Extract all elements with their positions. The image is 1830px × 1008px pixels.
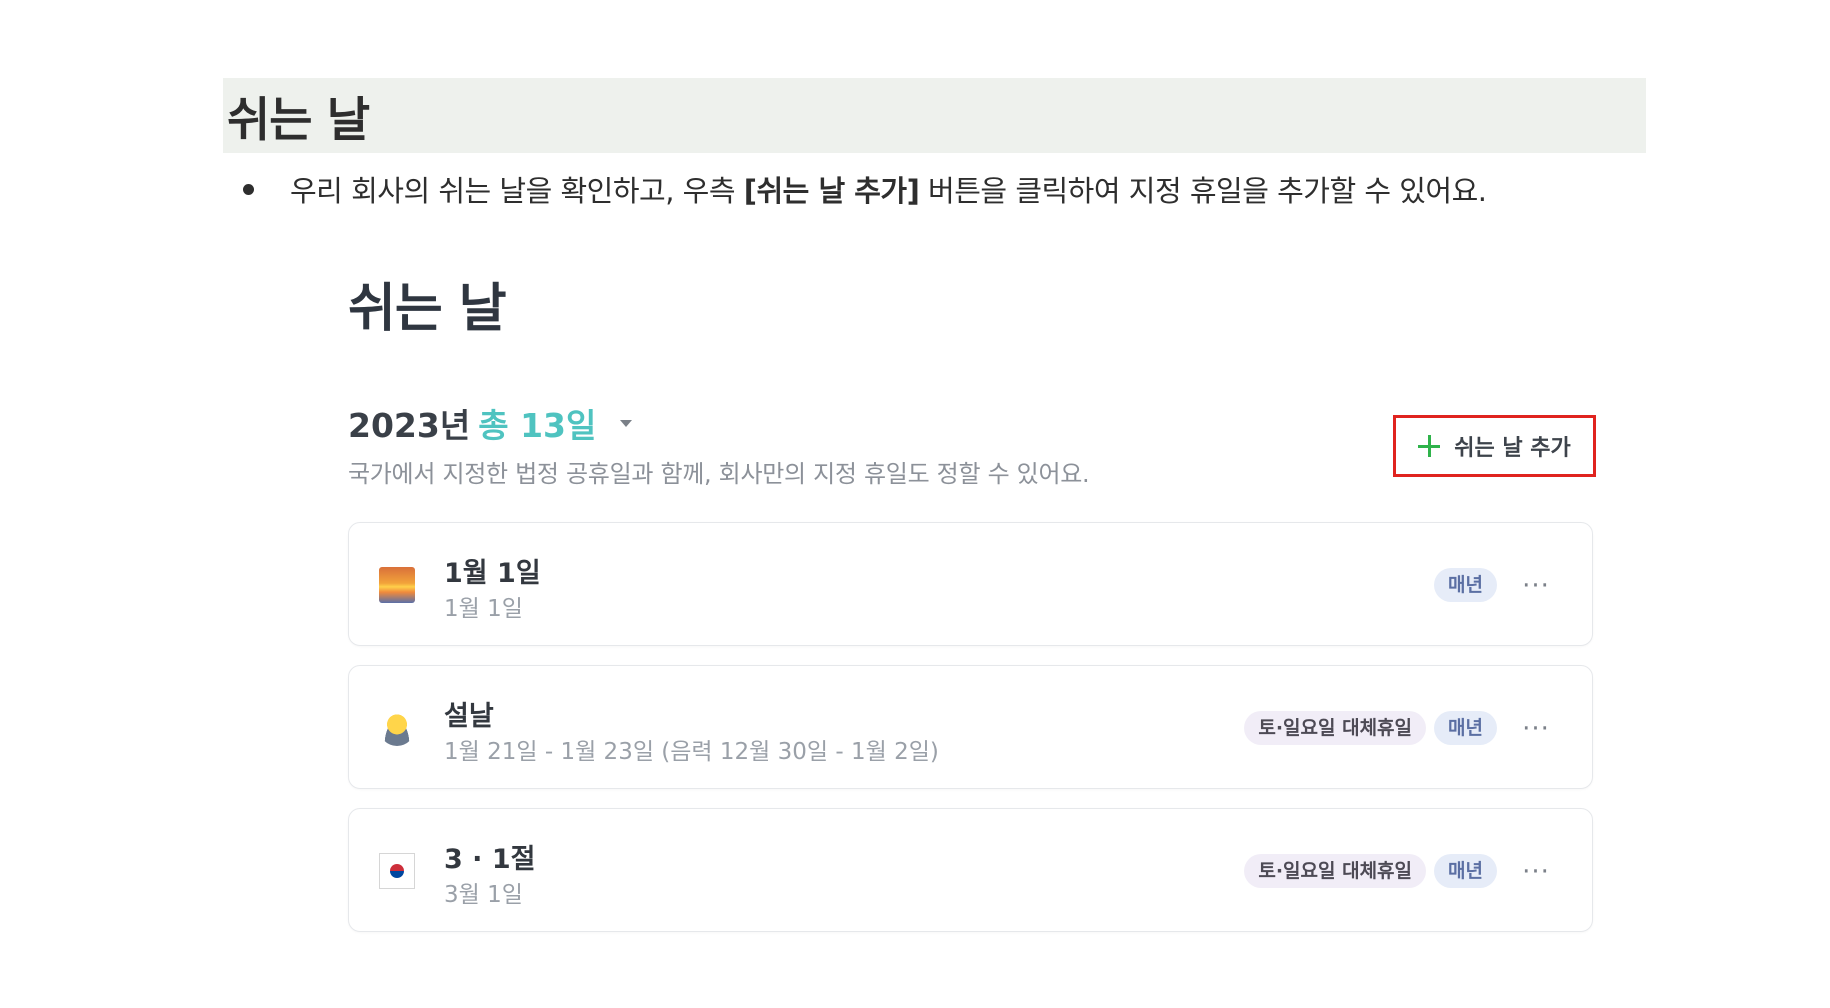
person-bowing-icon [379,710,415,746]
bullet-text-bold: [쉬는 날 추가] [743,174,920,208]
holiday-tags: 토·일요일 대체휴일 매년 [1244,711,1497,745]
tag-yearly: 매년 [1434,568,1497,602]
tag-yearly: 매년 [1434,854,1497,888]
caret-down-icon[interactable] [620,419,633,427]
tag-yearly: 매년 [1434,711,1497,745]
page-title: 쉬는 날 [348,279,507,339]
holiday-tags: 토·일요일 대체휴일 매년 [1244,854,1497,888]
korea-flag-icon [379,853,415,889]
add-holiday-button-label: 쉬는 날 추가 [1454,436,1571,461]
holiday-name: 설날 [444,701,494,732]
year-selector[interactable]: 2023년 총 13일 [348,400,633,446]
tag-substitute-holiday: 토·일요일 대체휴일 [1244,854,1427,888]
holiday-date: 1월 21일 - 1월 23일 (음력 12월 30일 - 1월 2일) [444,739,939,765]
doc-bullet-text: 우리 회사의 쉬는 날을 확인하고, 우측 [쉬는 날 추가] 버튼을 클릭하여… [290,168,1487,210]
holiday-tags: 매년 [1434,568,1497,602]
more-options-icon[interactable]: ··· [1518,571,1554,601]
holiday-name: 3 · 1절 [444,844,536,875]
holiday-card[interactable]: 3 · 1절 3월 1일 토·일요일 대체휴일 매년 ··· [348,808,1593,932]
tag-substitute-holiday: 토·일요일 대체휴일 [1244,711,1427,745]
holiday-list: 1월 1일 1월 1일 매년 ··· 설날 1월 21일 - 1월 23일 (음… [348,522,1593,951]
doc-heading-text: 쉬는 날 [227,93,370,148]
holiday-date: 1월 1일 [444,596,523,622]
holiday-card[interactable]: 설날 1월 21일 - 1월 23일 (음력 12월 30일 - 1월 2일) … [348,665,1593,789]
add-holiday-button[interactable]: 쉬는 날 추가 [1393,415,1596,477]
more-options-icon[interactable]: ··· [1518,714,1554,744]
total-days-label: 총 13일 [478,406,597,445]
year-label: 2023년 [348,406,471,445]
bullet-dot-icon [243,183,254,195]
holiday-name: 1월 1일 [444,558,541,589]
bullet-text-before: 우리 회사의 쉬는 날을 확인하고, 우측 [290,174,744,208]
holiday-date: 3월 1일 [444,882,523,908]
bullet-text-after: 버튼을 클릭하여 지정 휴일을 추가할 수 있어요. [919,174,1487,208]
year-subtitle: 국가에서 지정한 법정 공휴일과 함께, 회사만의 지정 휴일도 정할 수 있어… [348,460,1090,488]
holiday-card[interactable]: 1월 1일 1월 1일 매년 ··· [348,522,1593,646]
doc-heading: 쉬는 날 [223,78,1646,153]
more-options-icon[interactable]: ··· [1518,857,1554,887]
plus-icon [1418,435,1441,457]
sunrise-icon [379,567,415,603]
taegeuk-icon [390,864,404,878]
doc-bullet-item: 우리 회사의 쉬는 날을 확인하고, 우측 [쉬는 날 추가] 버튼을 클릭하여… [243,166,1663,212]
